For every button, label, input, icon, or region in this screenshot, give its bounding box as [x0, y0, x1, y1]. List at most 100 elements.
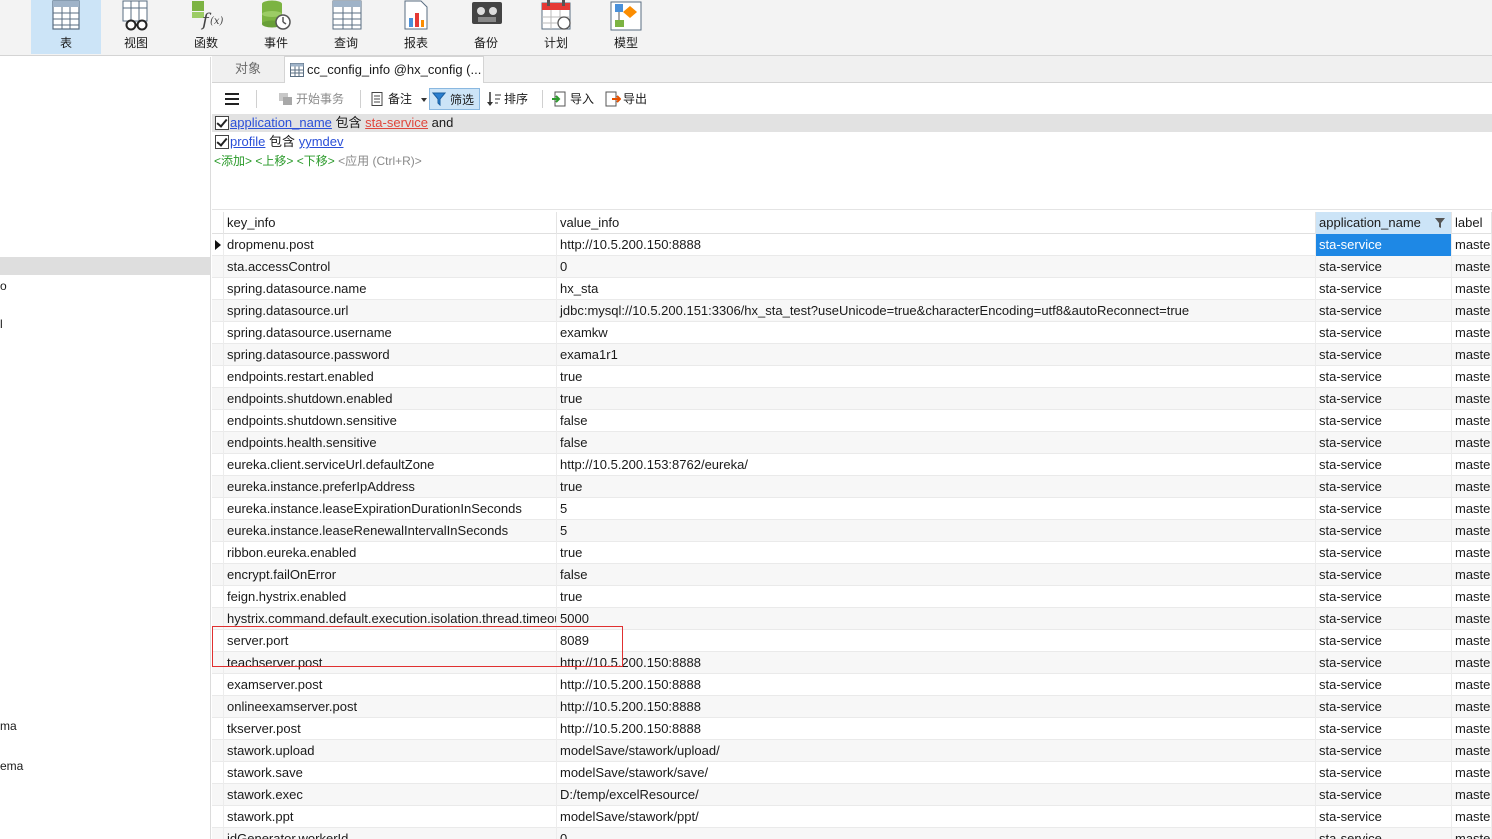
row-indicator[interactable] — [212, 300, 224, 322]
cell-label[interactable]: master — [1452, 234, 1492, 256]
table-row[interactable]: spring.datasource.password exama1r1 sta-se… — [212, 344, 1492, 366]
row-indicator[interactable] — [212, 630, 224, 652]
cell-application-name[interactable]: sta-service — [1316, 366, 1452, 388]
cell-application-name[interactable]: sta-service — [1316, 432, 1452, 454]
object-tree-panel[interactable]: o l ma ema — [0, 57, 211, 839]
cell-value-info[interactable]: http://10.5.200.150:8888 — [557, 234, 1316, 256]
column-header-value-info[interactable]: value_info — [557, 212, 1316, 234]
table-row[interactable]: onlineexamserver.post http://10.5.200.150… — [212, 696, 1492, 718]
row-indicator[interactable] — [212, 234, 224, 256]
cell-label[interactable]: master — [1452, 454, 1492, 476]
cell-value-info[interactable]: exama1r1 — [557, 344, 1316, 366]
column-header-application-name[interactable]: application_name — [1316, 212, 1452, 234]
cell-application-name[interactable]: sta-service — [1316, 542, 1452, 564]
table-row[interactable]: stawork.ppt modelSave/stawork/ppt/sta-ser… — [212, 806, 1492, 828]
cell-label[interactable]: master — [1452, 674, 1492, 696]
table-row[interactable]: sta.accessControl 0 sta-service master — [212, 256, 1492, 278]
ribbon-query-button[interactable]: 查询 — [311, 0, 381, 54]
cell-application-name[interactable]: sta-service — [1316, 784, 1452, 806]
export-button[interactable]: 导出 — [605, 88, 653, 110]
cell-key-info[interactable]: eureka.instance.leaseExpirationDurationI… — [224, 498, 557, 520]
cell-label[interactable]: master — [1452, 410, 1492, 432]
row-indicator[interactable] — [212, 564, 224, 586]
cell-key-info[interactable]: feign.hystrix.enabled — [224, 586, 557, 608]
cell-application-name[interactable]: sta-service — [1316, 564, 1452, 586]
table-row[interactable]: ribbon.eureka.enabled true sta-service mast… — [212, 542, 1492, 564]
cell-label[interactable]: master — [1452, 278, 1492, 300]
row-indicator[interactable] — [212, 278, 224, 300]
cell-label[interactable]: master — [1452, 740, 1492, 762]
table-row[interactable]: endpoints.health.sensitive false sta-servi… — [212, 432, 1492, 454]
cell-key-info[interactable]: examserver.post — [224, 674, 557, 696]
table-row[interactable]: endpoints.shutdown.sensitive false sta-ser… — [212, 410, 1492, 432]
table-row[interactable]: examserver.post http://10.5.200.150:8888 s… — [212, 674, 1492, 696]
cell-key-info[interactable]: endpoints.restart.enabled — [224, 366, 557, 388]
table-row[interactable]: feign.hystrix.enabled true sta-service mast… — [212, 586, 1492, 608]
cell-value-info[interactable]: modelSave/stawork/upload/ — [557, 740, 1316, 762]
cell-application-name[interactable]: sta-service — [1316, 608, 1452, 630]
cell-label[interactable]: master — [1452, 432, 1492, 454]
cell-application-name[interactable]: sta-service — [1316, 718, 1452, 740]
filter-move-down-link[interactable]: <下移> — [297, 154, 335, 168]
cell-value-info[interactable]: hx_sta — [557, 278, 1316, 300]
column-header-key-info[interactable]: key_info — [224, 212, 557, 234]
cell-key-info[interactable]: spring.datasource.url — [224, 300, 557, 322]
cell-label[interactable]: master — [1452, 322, 1492, 344]
tree-item-fragment[interactable]: o — [0, 279, 7, 293]
row-indicator[interactable] — [212, 432, 224, 454]
row-indicator[interactable] — [212, 498, 224, 520]
row-indicator[interactable] — [212, 454, 224, 476]
cell-application-name[interactable]: sta-service — [1316, 828, 1452, 839]
table-row[interactable]: hystrix.command.default.execution.isolat… — [212, 608, 1492, 630]
cell-value-info[interactable]: examkw — [557, 322, 1316, 344]
cell-value-info[interactable]: 5 — [557, 520, 1316, 542]
filter-operator[interactable]: 包含 — [336, 115, 362, 130]
tree-item-fragment[interactable]: l — [0, 317, 3, 331]
row-indicator[interactable] — [212, 322, 224, 344]
cell-application-name[interactable]: sta-service — [1316, 322, 1452, 344]
memo-button[interactable]: 备注 — [370, 88, 428, 110]
cell-value-info[interactable]: 5 — [557, 498, 1316, 520]
cell-value-info[interactable]: http://10.5.200.150:8888 — [557, 652, 1316, 674]
cell-key-info[interactable]: ribbon.eureka.enabled — [224, 542, 557, 564]
cell-key-info[interactable]: stawork.save — [224, 762, 557, 784]
cell-label[interactable]: master — [1452, 476, 1492, 498]
cell-label[interactable]: master — [1452, 806, 1492, 828]
row-indicator[interactable] — [212, 410, 224, 432]
cell-label[interactable]: master — [1452, 542, 1492, 564]
cell-value-info[interactable]: true — [557, 476, 1316, 498]
cell-value-info[interactable]: modelSave/stawork/ppt/ — [557, 806, 1316, 828]
table-row[interactable]: tkserver.post http://10.5.200.150:8888 sta… — [212, 718, 1492, 740]
filter-apply-link[interactable]: <应用 (Ctrl+R)> — [338, 154, 422, 168]
cell-application-name[interactable]: sta-service — [1316, 630, 1452, 652]
cell-label[interactable]: master — [1452, 366, 1492, 388]
cell-value-info[interactable]: false — [557, 410, 1316, 432]
row-indicator[interactable] — [212, 740, 224, 762]
cell-label[interactable]: master — [1452, 564, 1492, 586]
row-indicator[interactable] — [212, 696, 224, 718]
cell-label[interactable]: master — [1452, 630, 1492, 652]
cell-application-name[interactable]: sta-service — [1316, 344, 1452, 366]
column-filter-icon[interactable] — [1435, 218, 1445, 228]
cell-key-info[interactable]: teachserver.post — [224, 652, 557, 674]
row-indicator[interactable] — [212, 784, 224, 806]
cell-key-info[interactable]: stawork.ppt — [224, 806, 557, 828]
cell-value-info[interactable]: http://10.5.200.150:8888 — [557, 674, 1316, 696]
filter-value-link[interactable]: sta-service — [365, 115, 428, 130]
cell-value-info[interactable]: 0 — [557, 256, 1316, 278]
cell-key-info[interactable]: endpoints.shutdown.enabled — [224, 388, 557, 410]
cell-application-name[interactable]: sta-service — [1316, 278, 1452, 300]
sort-button[interactable]: 排序 — [486, 88, 534, 110]
tree-selected-item[interactable] — [0, 257, 210, 275]
table-row[interactable]: spring.datasource.url jdbc:mysql://10.5.2… — [212, 300, 1492, 322]
cell-application-name[interactable]: sta-service — [1316, 652, 1452, 674]
ribbon-report-button[interactable]: 报表 — [381, 0, 451, 54]
cell-value-info[interactable]: 5000 — [557, 608, 1316, 630]
column-header-label[interactable]: label — [1452, 212, 1492, 234]
cell-value-info[interactable]: modelSave/stawork/save/ — [557, 762, 1316, 784]
cell-application-name[interactable]: sta-service — [1316, 388, 1452, 410]
filter-joiner[interactable]: and — [432, 115, 454, 130]
cell-label[interactable]: master — [1452, 608, 1492, 630]
import-button[interactable]: 导入 — [552, 88, 600, 110]
filter-button[interactable]: 筛选 — [429, 88, 480, 110]
